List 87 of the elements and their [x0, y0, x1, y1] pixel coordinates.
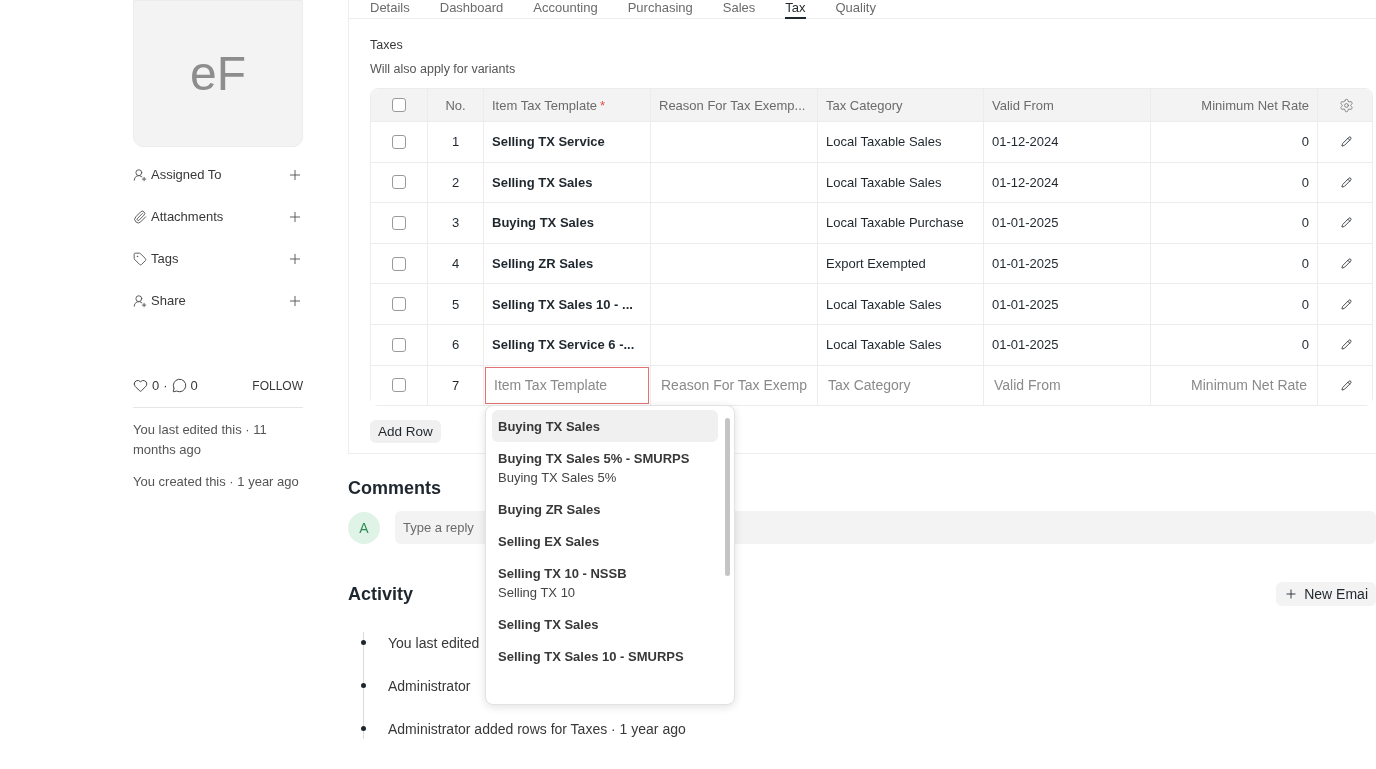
tab[interactable]: Quality [835, 0, 876, 19]
scrollbar-thumb[interactable] [725, 417, 730, 576]
follow-link[interactable]: FOLLOW [252, 378, 303, 393]
activity-entry: You last edited [388, 634, 480, 651]
timeline-dot [361, 640, 366, 646]
table-cell: Local Taxable Sales [817, 284, 983, 324]
row-checkbox[interactable] [392, 256, 406, 271]
table-cell: Buying TX Sales [483, 203, 650, 243]
table-cell: 0 [1150, 203, 1317, 243]
edit-icon[interactable] [1340, 258, 1352, 270]
dropdown-option[interactable]: Selling TX 10 - NSSB Selling TX 10 [492, 556, 718, 608]
table-cell: Selling TX Sales 10 - ... [483, 284, 650, 324]
tab[interactable]: Tax [785, 0, 806, 19]
row-checkbox[interactable] [392, 134, 406, 149]
edit-note: You last edited this · 11 months ago [133, 421, 268, 459]
table-cell: 1 [427, 122, 483, 162]
table-cell: Local Taxable Purchase [817, 203, 983, 243]
table-cell: Local Taxable Sales [817, 122, 983, 162]
dropdown-option[interactable]: Selling TX Sales [492, 607, 718, 640]
avatar-initials: eF [133, 0, 303, 147]
activity-entry: Administrator added rows for Taxes · 1 year ago [388, 720, 686, 737]
edit-icon[interactable] [1340, 339, 1352, 351]
table-cell: 0 [1150, 122, 1317, 162]
heart-icon[interactable] [133, 378, 148, 393]
timeline-dot [361, 726, 366, 732]
separator-dot: · [163, 378, 168, 393]
timeline-dot [361, 683, 366, 689]
comment-count: 0 [190, 378, 198, 393]
table-cell: 01-01-2025 [983, 284, 1150, 324]
table-cell: 01-01-2025 [983, 324, 1150, 365]
table-cell: Local Taxable Sales [817, 324, 983, 365]
sidebar-item[interactable]: Assigned To [133, 167, 222, 182]
settings-icon[interactable] [1338, 97, 1354, 113]
sidebar-item[interactable]: Attachments [133, 209, 224, 224]
edit-note: You created this · 1 year ago [133, 473, 300, 491]
section-label: Taxes [370, 38, 404, 52]
table-cell: Selling TX Service 6 -... [483, 324, 650, 365]
sidebar-item[interactable]: Tags [133, 251, 179, 266]
comments-heading: Comments [348, 478, 441, 500]
user-avatar: A [348, 511, 380, 544]
row-checkbox[interactable] [392, 297, 406, 312]
dropdown-option[interactable]: Buying TX Sales [492, 409, 718, 442]
table-cell: 01-01-2025 [983, 203, 1150, 243]
table-cell: 7 [427, 365, 483, 406]
edit-icon[interactable] [1340, 217, 1352, 229]
section-description: Will also apply for variants [370, 62, 517, 76]
user-plus-icon [133, 167, 147, 182]
table-cell: 0 [1150, 324, 1317, 365]
row-checkbox[interactable] [392, 175, 406, 190]
input-field[interactable]: Tax Category [819, 366, 982, 405]
table-cell: 3 [427, 203, 483, 243]
edit-icon[interactable] [1340, 379, 1352, 391]
table-cell: Selling TX Service [483, 122, 650, 162]
row-checkbox[interactable] [392, 216, 406, 230]
tab[interactable]: Details [370, 0, 410, 19]
edit-icon[interactable] [1340, 298, 1352, 310]
user-plus-icon [133, 293, 147, 308]
activity-heading: Activity [348, 583, 414, 605]
plus-icon [1284, 587, 1299, 602]
input-field[interactable]: Minimum Net Rate [1152, 366, 1316, 405]
dropdown-option[interactable]: Selling TX Sales 10 - SMURPS [492, 639, 718, 672]
input-field[interactable]: Reason For Tax Exemp [652, 366, 816, 405]
comment-icon [171, 378, 187, 393]
tag-icon [133, 251, 147, 266]
select-all-checkbox[interactable] [392, 98, 406, 112]
input-field[interactable]: Valid From [985, 366, 1149, 405]
paperclip-icon [133, 209, 147, 224]
sidebar-item[interactable]: Share [133, 293, 186, 308]
activity-entry: Administrator [388, 677, 471, 694]
row-checkbox[interactable] [392, 378, 406, 393]
required-mark: * [600, 97, 606, 113]
row-checkbox[interactable] [392, 337, 406, 352]
table-cell: 6 [427, 324, 483, 365]
edit-icon[interactable] [1340, 176, 1352, 188]
tab[interactable]: Accounting [533, 0, 598, 19]
tab[interactable]: Sales [722, 0, 756, 19]
tab[interactable]: Purchasing [627, 0, 693, 19]
dropdown-option[interactable]: Buying TX Sales 5% - SMURPS Buying TX Sales 5% [492, 441, 718, 493]
edit-icon[interactable] [1340, 136, 1352, 148]
table-cell: 5 [427, 284, 483, 324]
new-email-button[interactable]: New Emai [1276, 582, 1376, 607]
table-cell: 0 [1150, 284, 1317, 324]
like-count: 0 [152, 378, 160, 393]
add-row-button[interactable]: Add Row [370, 420, 441, 444]
table-cell: 01-12-2024 [983, 122, 1150, 162]
tab[interactable]: Dashboard [439, 0, 504, 19]
input-field[interactable]: Item Tax Template [485, 366, 649, 405]
